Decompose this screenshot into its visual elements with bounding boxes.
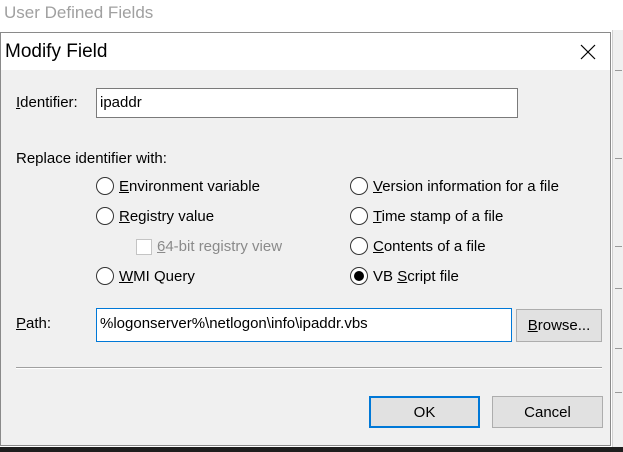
checkbox-label: 64-bit registry view bbox=[157, 238, 283, 255]
radio-label: Version information for a file bbox=[373, 177, 559, 195]
identifier-label: Identifier: bbox=[16, 94, 78, 111]
path-label: Path: bbox=[16, 315, 52, 332]
radio-label: Registry value bbox=[119, 207, 215, 225]
replace-with-label: Replace identifier with: bbox=[16, 150, 167, 167]
close-button[interactable] bbox=[566, 33, 610, 70]
radio-button[interactable] bbox=[96, 207, 114, 225]
cancel-button[interactable]: Cancel bbox=[492, 396, 603, 428]
radio-button-selected[interactable] bbox=[350, 267, 368, 285]
parent-scroll-strip bbox=[612, 30, 623, 452]
ok-button[interactable]: OK bbox=[369, 396, 480, 428]
dialog-title: Modify Field bbox=[5, 41, 108, 62]
radio-time-stamp[interactable]: Time stamp of a file bbox=[350, 207, 503, 225]
radio-registry-value[interactable]: Registry value bbox=[96, 207, 214, 225]
radio-vb-script-file[interactable]: VB Script file bbox=[350, 267, 459, 285]
radio-button[interactable] bbox=[350, 177, 368, 195]
identifier-input[interactable]: ipaddr bbox=[96, 88, 518, 118]
radio-button[interactable] bbox=[96, 267, 114, 285]
radio-environment-variable[interactable]: Environment variable bbox=[96, 177, 260, 195]
radio-button[interactable] bbox=[96, 177, 114, 195]
radio-label: Time stamp of a file bbox=[373, 207, 504, 225]
browse-button[interactable]: Browse... bbox=[516, 309, 602, 342]
radio-version-information[interactable]: Version information for a file bbox=[350, 177, 559, 195]
radio-wmi-query[interactable]: WMI Query bbox=[96, 267, 195, 285]
dialog-titlebar: Modify Field bbox=[1, 33, 610, 70]
checkbox-64bit-registry-view[interactable]: 64-bit registry view bbox=[136, 238, 282, 255]
radio-button[interactable] bbox=[350, 237, 368, 255]
radio-label: Environment variable bbox=[119, 177, 260, 195]
parent-window-title: User Defined Fields bbox=[4, 3, 154, 22]
radio-button[interactable] bbox=[350, 207, 368, 225]
separator bbox=[16, 367, 602, 369]
close-icon bbox=[580, 44, 596, 59]
radio-contents-of-file[interactable]: Contents of a file bbox=[350, 237, 486, 255]
radio-label: WMI Query bbox=[119, 267, 195, 285]
taskbar-edge bbox=[0, 447, 623, 452]
path-input[interactable]: %logonserver%\netlogon\info\ipaddr.vbs bbox=[96, 308, 512, 342]
radio-label: VB Script file bbox=[373, 267, 459, 285]
modify-field-dialog: Modify Field Identifier: ipaddr Replace … bbox=[0, 32, 611, 446]
checkbox-box[interactable] bbox=[136, 238, 152, 255]
radio-label: Contents of a file bbox=[373, 237, 486, 255]
